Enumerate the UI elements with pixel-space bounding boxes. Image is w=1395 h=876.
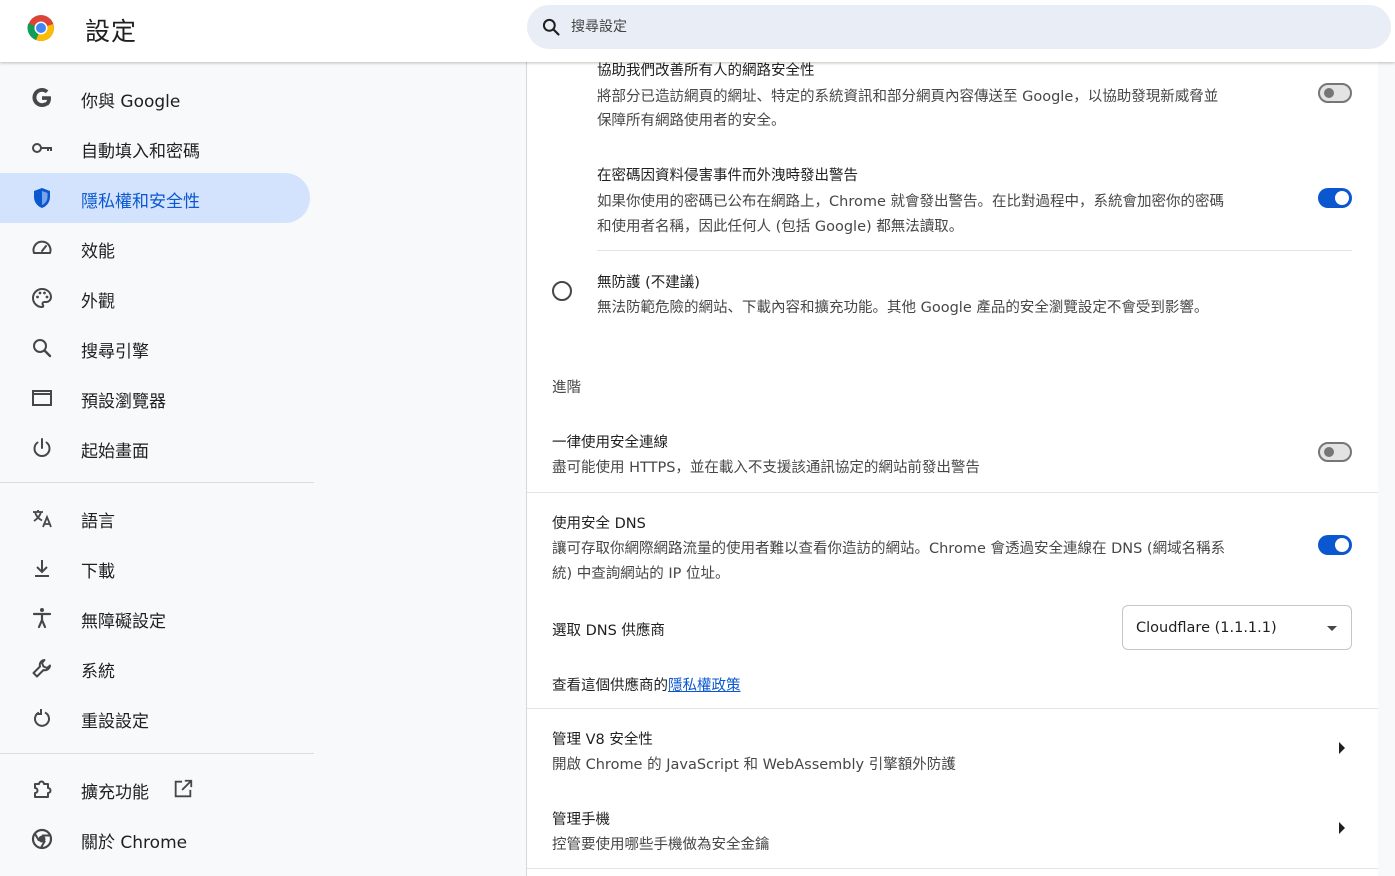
sidebar-item-downloads[interactable]: 下載 bbox=[0, 543, 310, 593]
chevron-down-icon bbox=[1327, 626, 1337, 631]
page-title: 設定 bbox=[85, 17, 138, 46]
search-box[interactable] bbox=[527, 5, 1391, 49]
sidebar-item-label: 外觀 bbox=[81, 292, 115, 312]
wrench-icon bbox=[32, 659, 51, 678]
sidebar-item-default-browser[interactable]: 預設瀏覽器 bbox=[0, 373, 310, 423]
dns-provider-select[interactable]: Cloudflare (1.1.1.1) bbox=[1122, 605, 1352, 650]
sidebar-item-label: 搜尋引擎 bbox=[81, 342, 149, 362]
accessibility-icon bbox=[32, 608, 52, 629]
help-improve-desc-2: 保障所有網路使用者的安全。 bbox=[597, 113, 786, 129]
password-leak-toggle[interactable] bbox=[1318, 188, 1352, 208]
translate-icon bbox=[33, 510, 52, 528]
manage-phones-title: 管理手機 bbox=[552, 812, 610, 828]
provider-policy-prefix: 查看這個供應商的 bbox=[552, 678, 668, 694]
power-icon bbox=[33, 438, 51, 457]
sidebar-divider bbox=[0, 753, 314, 754]
browser-window-icon bbox=[32, 390, 52, 406]
speedometer-icon bbox=[32, 240, 52, 254]
sidebar-item-you-and-google[interactable]: 你與 Google bbox=[0, 73, 310, 123]
secure-dns-desc-1: 讓可存取你網際網路流量的使用者難以查看你造訪的網站。Chrome 會透過安全連線… bbox=[552, 541, 1226, 557]
sidebar-item-label: 無障礙設定 bbox=[81, 612, 166, 632]
separator bbox=[527, 708, 1378, 709]
chrome-icon bbox=[31, 828, 53, 850]
sidebar-divider bbox=[0, 482, 314, 483]
secure-dns-title: 使用安全 DNS bbox=[552, 516, 646, 532]
v8-security-title: 管理 V8 安全性 bbox=[552, 732, 653, 748]
sidebar-item-label: 語言 bbox=[81, 512, 115, 532]
sidebar-item-autofill[interactable]: 自動填入和密碼 bbox=[0, 123, 310, 173]
sidebar-item-label: 下載 bbox=[81, 562, 115, 582]
download-icon bbox=[35, 560, 49, 577]
dns-provider-value: Cloudflare (1.1.1.1) bbox=[1136, 620, 1277, 636]
sidebar-item-appearance[interactable]: 外觀 bbox=[0, 273, 310, 323]
separator bbox=[527, 492, 1378, 493]
no-protection-title: 無防護 (不建議) bbox=[597, 275, 700, 291]
sidebar-item-system[interactable]: 系統 bbox=[0, 643, 310, 693]
v8-security-arrow-icon[interactable] bbox=[1339, 742, 1345, 754]
sidebar-item-label: 起始畫面 bbox=[81, 442, 149, 462]
sidebar-item-reset[interactable]: 重設設定 bbox=[0, 693, 310, 743]
advanced-heading: 進階 bbox=[552, 380, 581, 396]
toggle-knob bbox=[1335, 191, 1349, 205]
search-icon bbox=[542, 18, 560, 36]
separator bbox=[597, 250, 1352, 251]
help-improve-toggle[interactable] bbox=[1318, 83, 1352, 103]
sidebar-item-label: 關於 Chrome bbox=[81, 833, 188, 853]
sidebar-item-languages[interactable]: 語言 bbox=[0, 493, 310, 543]
toggle-knob bbox=[1324, 88, 1334, 98]
no-protection-radio[interactable] bbox=[552, 281, 572, 301]
sidebar: 你與 Google 自動填入和密碼 隱私權和安全性 效能 外觀 搜尋引擎 預設瀏… bbox=[0, 62, 320, 876]
settings-card: 協助我們改善所有人的網路安全性 將部分已造訪網頁的網址、特定的系統資訊和部分網頁… bbox=[527, 62, 1378, 876]
manage-phones-arrow-icon[interactable] bbox=[1339, 822, 1345, 834]
open-in-new-icon bbox=[174, 779, 193, 798]
search-icon bbox=[33, 339, 52, 358]
sidebar-item-accessibility[interactable]: 無障礙設定 bbox=[0, 593, 310, 643]
sidebar-item-label: 擴充功能 bbox=[81, 783, 149, 803]
separator bbox=[527, 868, 1378, 869]
sidebar-item-label: 隱私權和安全性 bbox=[81, 192, 200, 212]
sidebar-item-privacy-security[interactable]: 隱私權和安全性 bbox=[0, 173, 310, 223]
sidebar-item-label: 重設設定 bbox=[81, 712, 149, 732]
v8-security-desc: 開啟 Chrome 的 JavaScript 和 WebAssembly 引擎額… bbox=[552, 757, 956, 773]
help-improve-desc-1: 將部分已造訪網頁的網址、特定的系統資訊和部分網頁內容傳送至 Google，以協助… bbox=[597, 89, 1219, 105]
key-icon bbox=[32, 143, 52, 153]
secure-dns-desc-2: 統) 中查詢網站的 IP 位址。 bbox=[552, 566, 730, 582]
search-input[interactable] bbox=[571, 5, 1371, 49]
puzzle-icon bbox=[34, 780, 52, 798]
sidebar-item-about-chrome[interactable]: 關於 Chrome bbox=[0, 814, 310, 864]
sidebar-item-label: 系統 bbox=[81, 662, 115, 682]
https-first-desc: 盡可能使用 HTTPS，並在載入不支援該通訊協定的網站前發出警告 bbox=[552, 460, 980, 476]
sidebar-item-performance[interactable]: 效能 bbox=[0, 223, 310, 273]
toolbar: 設定 bbox=[0, 0, 1395, 62]
sidebar-item-search-engine[interactable]: 搜尋引擎 bbox=[0, 323, 310, 373]
chrome-logo-icon bbox=[27, 15, 54, 41]
sidebar-item-on-startup[interactable]: 起始畫面 bbox=[0, 423, 310, 473]
google-g-icon bbox=[32, 88, 51, 107]
password-leak-desc-1: 如果你使用的密碼已公布在網路上，Chrome 就會發出警告。在比對過程中，系統會… bbox=[597, 194, 1224, 210]
sidebar-item-label: 自動填入和密碼 bbox=[81, 142, 200, 162]
toggle-knob bbox=[1324, 447, 1334, 457]
sidebar-item-label: 預設瀏覽器 bbox=[81, 392, 166, 412]
password-leak-title: 在密碼因資料侵害事件而外洩時發出警告 bbox=[597, 168, 858, 184]
reset-icon bbox=[34, 709, 50, 727]
password-leak-desc-2: 和使用者名稱，因此任何人 (包括 Google) 都無法讀取。 bbox=[597, 219, 964, 235]
sidebar-item-extensions[interactable]: 擴充功能 bbox=[0, 764, 310, 814]
shield-icon bbox=[34, 188, 50, 208]
palette-icon bbox=[32, 287, 53, 309]
provider-policy-text: 查看這個供應商的隱私權政策 bbox=[552, 674, 741, 695]
sidebar-item-label: 效能 bbox=[81, 242, 115, 262]
help-improve-title: 協助我們改善所有人的網路安全性 bbox=[597, 63, 815, 79]
manage-phones-desc: 控管要使用哪些手機做為安全金鑰 bbox=[552, 837, 770, 853]
dns-provider-label: 選取 DNS 供應商 bbox=[552, 623, 665, 639]
sidebar-item-label: 你與 Google bbox=[81, 92, 181, 112]
https-first-toggle[interactable] bbox=[1318, 442, 1352, 462]
secure-dns-toggle[interactable] bbox=[1318, 535, 1352, 555]
privacy-policy-link[interactable]: 隱私權政策 bbox=[668, 678, 741, 694]
https-first-title: 一律使用安全連線 bbox=[552, 435, 668, 451]
no-protection-desc: 無法防範危險的網站、下載內容和擴充功能。其他 Google 產品的安全瀏覽設定不… bbox=[597, 300, 1209, 316]
scrollbar[interactable] bbox=[1379, 62, 1395, 876]
toggle-knob bbox=[1335, 538, 1349, 552]
